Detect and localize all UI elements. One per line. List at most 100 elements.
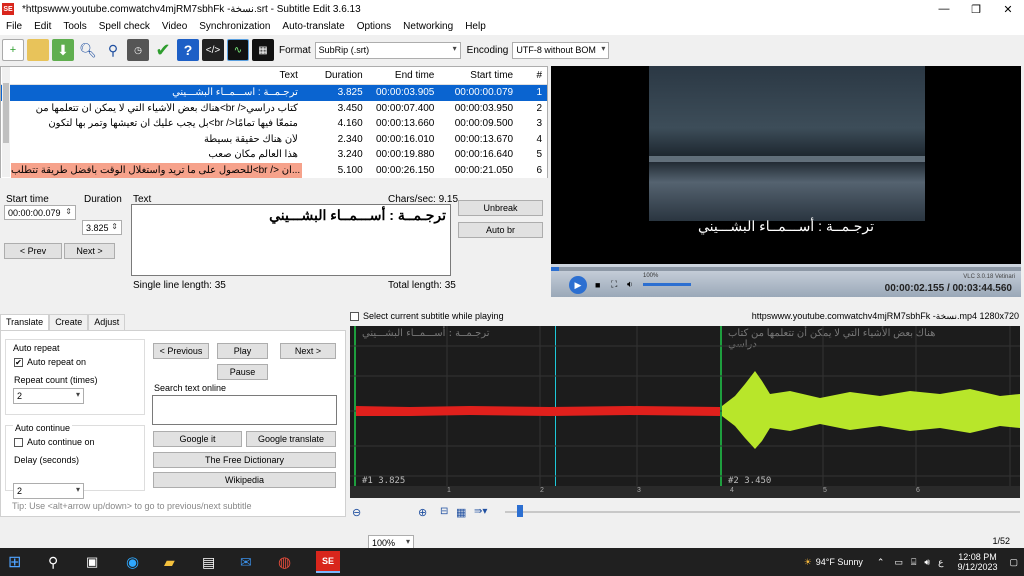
clock-date[interactable]: 9/12/2023 (957, 562, 997, 572)
auto-br-button[interactable]: Auto br (458, 222, 543, 238)
table-row[interactable]: لأن هناك حقيقة بسيطة 2.340 00:00:16.010 00:… (1, 132, 547, 148)
next-subtitle-button[interactable]: Next > (280, 343, 336, 359)
menu-help[interactable]: Help (459, 21, 492, 32)
tab-adjust[interactable]: Adjust (88, 314, 126, 330)
menu-file[interactable]: File (0, 21, 28, 32)
clock-time[interactable]: 12:08 PM (957, 552, 997, 562)
mail-icon[interactable]: ✉ (240, 554, 264, 571)
table-row[interactable]: هناك بعض الأشياء التي لا يمكن أن تتعلمها… (1, 101, 547, 117)
menu-spell-check[interactable]: Spell check (93, 21, 156, 32)
close-button[interactable]: ✕ (992, 0, 1024, 18)
play-next-icon[interactable]: ⇛▾ (474, 506, 487, 517)
stop-icon[interactable]: ■ (595, 280, 600, 290)
position-slider[interactable] (505, 511, 1020, 513)
weather-text[interactable]: 94°F Sunny (816, 557, 863, 567)
grid-scrollbar[interactable] (2, 67, 10, 177)
next-button[interactable]: Next > (64, 243, 115, 259)
table-row[interactable]: ترجـمــة : أســـمــاء البشـــيني 3.825 00:… (1, 85, 547, 101)
volume-slider[interactable] (643, 283, 691, 286)
task-view-icon[interactable]: ▣ (86, 554, 110, 570)
auto-repeat-checkbox[interactable]: ✔ Auto repeat on (14, 357, 86, 367)
scrollbar-thumb[interactable] (3, 83, 9, 143)
volume-icon[interactable]: 🔉︎ (627, 279, 633, 290)
chevron-up-icon[interactable]: ⌃ (877, 557, 885, 568)
spinner-icon[interactable]: ⇕ (65, 207, 72, 216)
pause-button[interactable]: Pause (217, 364, 268, 380)
language-indicator[interactable]: ع (938, 557, 943, 568)
repeat-count-select[interactable]: 2 ▾ (13, 388, 84, 404)
store-icon[interactable]: ▤ (202, 554, 226, 571)
previous-button[interactable]: < Previous (153, 343, 209, 359)
table-row[interactable]: هذا العالم مكان صعب 3.240 00:00:19.880 00:0… (1, 147, 547, 163)
encoding-select[interactable]: UTF-8 without BOM ▾ (512, 41, 610, 59)
notification-icon[interactable]: ▢ (1009, 557, 1018, 568)
video-player[interactable]: ترجـمــة : أســـمــاء البشـــيني ▶ ■ ⛶ 🔉… (551, 66, 1021, 297)
row-start: 00:00:16.640 (454, 149, 514, 161)
menu-tools[interactable]: Tools (57, 21, 92, 32)
search-icon[interactable]: ⚲ (48, 554, 72, 571)
select-while-playing-checkbox[interactable]: Select current subtitle while playing (350, 311, 504, 321)
open-folder-icon[interactable] (27, 39, 49, 61)
replace-icon[interactable]: ⚲ (102, 39, 124, 61)
spinner-icon[interactable]: ⇕ (111, 222, 118, 231)
tab-create[interactable]: Create (49, 314, 89, 330)
find-icon[interactable]: 🔍︎ (77, 39, 99, 61)
auto-continue-checkbox[interactable]: Auto continue on (14, 437, 95, 447)
subtitle-grid[interactable]: Text Duration End time Start time # ترجـ… (0, 66, 548, 178)
table-row[interactable]: بل يجب عليك أن تعيشها وتمر بها لتكون<br … (1, 116, 547, 132)
volume-icon[interactable]: 🔊︎ (924, 557, 930, 568)
edge-icon[interactable]: ◉ (126, 553, 150, 571)
video-toggle-icon[interactable]: ▦ (252, 39, 274, 61)
menu-video[interactable]: Video (156, 21, 193, 32)
col-number[interactable]: # (517, 70, 547, 81)
col-text[interactable]: Text (11, 70, 302, 81)
google-translate-button[interactable]: Google translate (246, 431, 336, 447)
waveform[interactable]: ترجـمــة : أســـمــاء البشـــيني هناك بع… (350, 326, 1020, 498)
col-start-time[interactable]: Start time (438, 70, 517, 81)
position-slider-thumb[interactable] (517, 505, 523, 517)
new-file-icon[interactable]: + (2, 39, 24, 61)
free-dictionary-button[interactable]: The Free Dictionary (153, 452, 336, 468)
menu-edit[interactable]: Edit (28, 21, 57, 32)
minimize-button[interactable]: — (928, 0, 960, 18)
seek-bar[interactable] (551, 267, 1021, 271)
network-icon[interactable]: ⌸ (911, 557, 916, 568)
zoom-vertical-icon[interactable]: ⊟ (440, 506, 448, 517)
subtitle-text-editor[interactable]: ترجـمــة : أســـمــاء البشـــيني (131, 204, 451, 276)
display-icon[interactable]: ▭ (894, 557, 903, 568)
maximize-button[interactable]: ❐ (960, 0, 992, 18)
google-it-button[interactable]: Google it (153, 431, 242, 447)
zoom-in-icon[interactable]: ⊕ (418, 506, 427, 519)
start-time-input[interactable]: 00:00:00.079 ⇕ (4, 205, 76, 220)
help-icon[interactable]: ? (177, 39, 199, 61)
menu-options[interactable]: Options (351, 21, 397, 32)
table-row[interactable]: للحصول على ما تريد واستغلال الوقت بأفضل … (1, 162, 547, 178)
play-button[interactable]: Play (217, 343, 268, 359)
fullscreen-icon[interactable]: ⛶ (611, 279, 617, 290)
zoom-out-icon[interactable]: ⊖ (352, 506, 361, 519)
visual-sync-icon[interactable]: ◷ (127, 39, 149, 61)
spell-check-icon[interactable]: ✔ (152, 39, 174, 61)
search-online-input[interactable] (152, 395, 337, 425)
tab-translate[interactable]: Translate (0, 314, 50, 330)
menu-synchronization[interactable]: Synchronization (193, 21, 276, 32)
menu-auto-translate[interactable]: Auto-translate (276, 21, 350, 32)
menu-networking[interactable]: Networking (397, 21, 459, 32)
file-explorer-icon[interactable]: ▰ (164, 554, 188, 571)
col-duration[interactable]: Duration (302, 70, 367, 81)
duration-input[interactable]: 3.825 ⇕ (82, 220, 122, 235)
download-icon[interactable]: ⬇ (52, 39, 74, 61)
col-end-time[interactable]: End time (367, 70, 439, 81)
format-select[interactable]: SubRip (.srt) ▾ (314, 41, 461, 59)
delay-select[interactable]: 2 ▾ (13, 483, 84, 499)
source-view-icon[interactable]: </> (202, 39, 224, 61)
play-icon[interactable]: ▶ (569, 276, 587, 294)
prev-button[interactable]: < Prev (4, 243, 62, 259)
chrome-icon[interactable]: ◍ (278, 553, 302, 571)
wikipedia-button[interactable]: Wikipedia (153, 472, 336, 488)
unbreak-button[interactable]: Unbreak (458, 200, 543, 216)
windows-start-icon[interactable]: ⊞ (8, 552, 32, 572)
waveform-toggle-icon[interactable]: ∿ (227, 39, 249, 61)
subtitle-edit-taskbar-icon[interactable]: SE (316, 551, 340, 573)
spectrogram-icon[interactable]: ▦ (456, 506, 466, 519)
